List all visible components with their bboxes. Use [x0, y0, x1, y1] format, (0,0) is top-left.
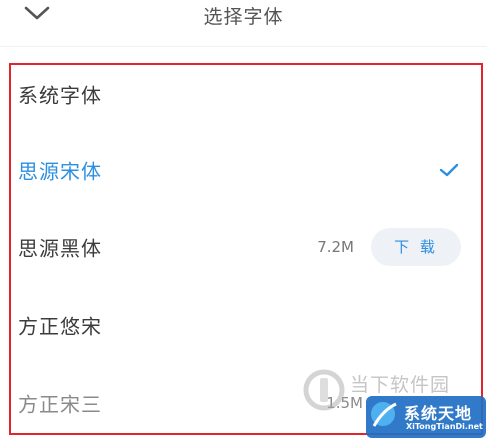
- checkmark-icon: [439, 163, 459, 177]
- font-item-siyuan-hei[interactable]: 思源黑体 7.2M 下 载: [11, 208, 481, 286]
- font-item-label: 方正悠宋: [18, 314, 102, 339]
- font-item-label: 思源黑体: [18, 236, 102, 261]
- font-file-size: 1.5M: [326, 394, 363, 412]
- font-item-fangzheng-yousong[interactable]: 方正悠宋: [11, 286, 481, 364]
- font-item-system[interactable]: 系统字体: [11, 65, 481, 133]
- top-bar: 选择字体: [0, 0, 487, 44]
- font-item-label: 方正宋三: [18, 392, 102, 417]
- download-button[interactable]: 下 载: [371, 228, 461, 266]
- header-divider: [0, 46, 487, 47]
- font-item-label: 系统字体: [18, 83, 102, 108]
- font-file-size: 7.2M: [317, 238, 354, 256]
- font-item-label: 思源宋体: [18, 159, 102, 184]
- font-list: 系统字体 思源宋体 思源黑体 7.2M 下 载 方正悠宋 方正宋三 1.5M: [9, 63, 483, 435]
- font-item-siyuan-song[interactable]: 思源宋体: [11, 131, 481, 209]
- page-title: 选择字体: [203, 6, 284, 28]
- font-item-fangzheng-songsan[interactable]: 方正宋三 1.5M: [11, 364, 481, 433]
